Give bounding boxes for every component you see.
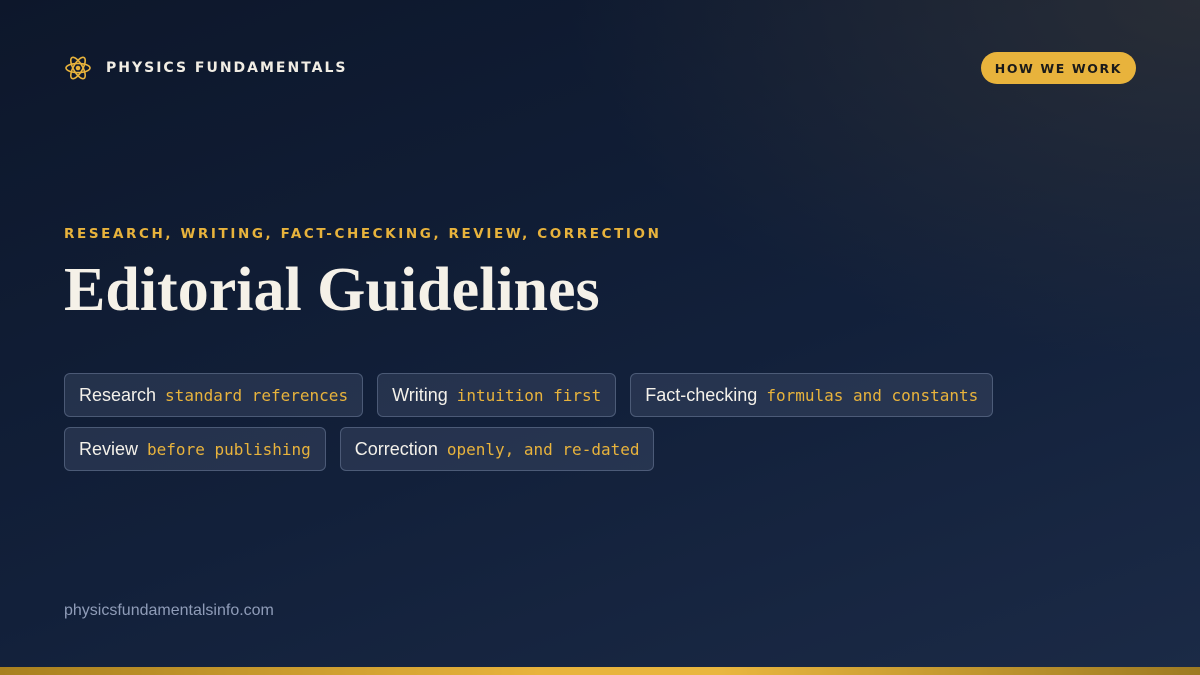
principle-chip-review: Review before publishing bbox=[64, 427, 326, 471]
site-url-link[interactable]: physicsfundamentalsinfo.com bbox=[64, 602, 274, 620]
brand[interactable]: PHYSICS FUNDAMENTALS bbox=[64, 54, 348, 82]
principle-chip-correction: Correction openly, and re-dated bbox=[339, 427, 655, 471]
principle-label: Review bbox=[79, 438, 139, 459]
page-title: Editorial Guidelines bbox=[64, 256, 600, 324]
principle-value: standard references bbox=[165, 385, 349, 405]
principle-chip-fact-checking: Fact-checking formulas and constants bbox=[630, 373, 994, 417]
principle-chip-research: Research standard references bbox=[64, 373, 364, 417]
atom-icon bbox=[65, 56, 91, 80]
principle-value: before publishing bbox=[147, 439, 311, 459]
page-eyebrow: RESEARCH, WRITING, FACT-CHECKING, REVIEW… bbox=[64, 226, 662, 242]
principles-list: Research standard references Writing int… bbox=[64, 373, 1074, 471]
principle-value: formulas and constants bbox=[766, 385, 979, 405]
principle-label: Correction bbox=[354, 438, 438, 459]
brand-name: PHYSICS FUNDAMENTALS bbox=[106, 60, 348, 76]
how-we-work-button[interactable]: HOW WE WORK bbox=[980, 52, 1136, 84]
principle-value: intuition first bbox=[456, 385, 602, 405]
principle-label: Fact-checking bbox=[645, 384, 758, 405]
principle-label: Research bbox=[79, 384, 157, 405]
principle-chip-writing: Writing intuition first bbox=[377, 373, 617, 417]
principle-label: Writing bbox=[392, 384, 448, 405]
accent-bar bbox=[0, 667, 1200, 675]
principle-value: openly, and re-dated bbox=[446, 439, 640, 459]
